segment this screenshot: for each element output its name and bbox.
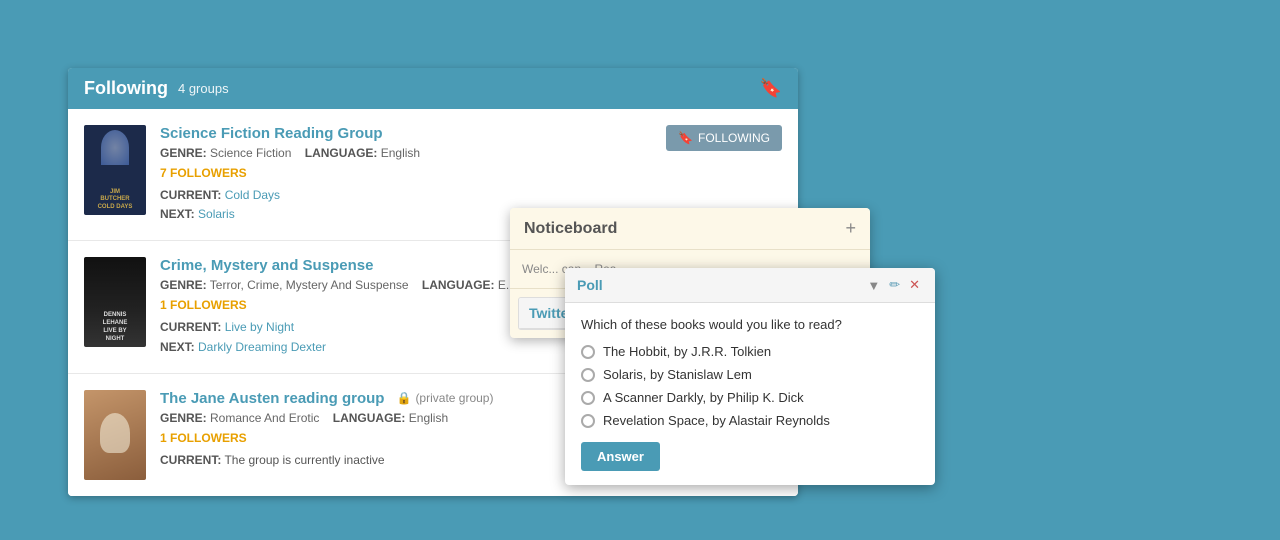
- group-name-link-austen[interactable]: The Jane Austen reading group: [160, 390, 384, 407]
- book-cover-sf: JIMBUTCHERCOLD DAYS: [84, 125, 146, 215]
- genre-sf: Science Fiction: [210, 146, 291, 160]
- answer-button[interactable]: Answer: [581, 442, 660, 471]
- lock-icon: 🔒: [396, 391, 411, 405]
- poll-option-2: Solaris, by Stanislaw Lem: [581, 367, 919, 382]
- language-austen: English: [409, 411, 448, 425]
- current-book-austen: The group is currently inactive: [224, 453, 384, 467]
- following-btn-label: FOLLOWING: [698, 131, 770, 145]
- next-book-crime[interactable]: Darkly Dreaming Dexter: [198, 340, 326, 354]
- poll-option-1-text: The Hobbit, by J.R.R. Tolkien: [603, 344, 771, 359]
- book-cover-austen: [84, 390, 146, 480]
- group-name-sf: Science Fiction Reading Group GENRE: Sci…: [160, 125, 420, 224]
- poll-panel: Poll ▼ ✏ ✕ Which of these books would yo…: [565, 268, 935, 485]
- current-book-crime[interactable]: Live by Night: [225, 320, 294, 334]
- private-label: (private group): [415, 391, 493, 405]
- following-header-left: Following 4 groups: [84, 78, 229, 99]
- following-btn-icon: 🔖: [678, 131, 693, 145]
- poll-edit-btn[interactable]: ✏: [886, 276, 903, 294]
- following-header: Following 4 groups 🔖: [68, 68, 798, 109]
- current-label-austen: CURRENT:: [160, 453, 221, 467]
- poll-controls: ▼ ✏ ✕: [864, 276, 923, 294]
- poll-option-2-text: Solaris, by Stanislaw Lem: [603, 367, 752, 382]
- language-sf: English: [381, 146, 420, 160]
- next-label-sf: NEXT:: [160, 207, 195, 221]
- radio-option-3[interactable]: [581, 391, 595, 405]
- poll-header: Poll ▼ ✏ ✕: [565, 268, 935, 303]
- current-label-sf: CURRENT:: [160, 188, 221, 202]
- noticeboard-title: Noticeboard: [524, 220, 617, 238]
- poll-option-4: Revelation Space, by Alastair Reynolds: [581, 413, 919, 428]
- genre-label-sf: GENRE:: [160, 146, 207, 160]
- book-cover-crime: DENNISLEHANELIVE BYNIGHT: [84, 257, 146, 347]
- poll-option-3-text: A Scanner Darkly, by Philip K. Dick: [603, 390, 804, 405]
- next-book-sf[interactable]: Solaris: [198, 207, 235, 221]
- genre-crime: Terror, Crime, Mystery And Suspense: [210, 278, 409, 292]
- poll-title: Poll: [577, 277, 603, 293]
- following-count: 4 groups: [178, 81, 229, 96]
- poll-option-1: The Hobbit, by J.R.R. Tolkien: [581, 344, 919, 359]
- poll-close-btn[interactable]: ✕: [906, 276, 923, 294]
- poll-down-btn[interactable]: ▼: [864, 276, 883, 294]
- poll-options: The Hobbit, by J.R.R. Tolkien Solaris, b…: [581, 344, 919, 428]
- group-name-link-crime[interactable]: Crime, Mystery and Suspense: [160, 257, 373, 274]
- noticeboard-add-button[interactable]: +: [845, 218, 856, 239]
- current-book-sf[interactable]: Cold Days: [225, 188, 280, 202]
- next-label-crime: NEXT:: [160, 340, 195, 354]
- current-label-crime: CURRENT:: [160, 320, 221, 334]
- poll-option-3: A Scanner Darkly, by Philip K. Dick: [581, 390, 919, 405]
- genre-label-austen: GENRE:: [160, 411, 207, 425]
- current-next-sf: CURRENT: Cold Days NEXT: Solaris: [160, 186, 420, 224]
- language-label-sf: LANGUAGE:: [305, 146, 378, 160]
- poll-option-4-text: Revelation Space, by Alastair Reynolds: [603, 413, 830, 428]
- bookmark-icon[interactable]: 🔖: [760, 78, 782, 99]
- language-label-austen: LANGUAGE:: [333, 411, 406, 425]
- following-title: Following: [84, 78, 168, 99]
- genre-austen: Romance And Erotic: [210, 411, 319, 425]
- private-badge-austen: 🔒 (private group): [396, 391, 493, 405]
- group-meta-genre-sf: GENRE: Science Fiction LANGUAGE: English: [160, 146, 420, 160]
- poll-body: Which of these books would you like to r…: [565, 303, 935, 485]
- radio-option-2[interactable]: [581, 368, 595, 382]
- language-label-crime: LANGUAGE:: [422, 278, 495, 292]
- group-name-link-sf[interactable]: Science Fiction Reading Group: [160, 125, 383, 142]
- radio-option-1[interactable]: [581, 345, 595, 359]
- poll-question: Which of these books would you like to r…: [581, 317, 919, 332]
- genre-label-crime: GENRE:: [160, 278, 207, 292]
- following-button-sf[interactable]: 🔖 FOLLOWING: [666, 125, 782, 151]
- followers-sf: 7 FOLLOWERS: [160, 166, 420, 180]
- radio-option-4[interactable]: [581, 414, 595, 428]
- noticeboard-header: Noticeboard +: [510, 208, 870, 250]
